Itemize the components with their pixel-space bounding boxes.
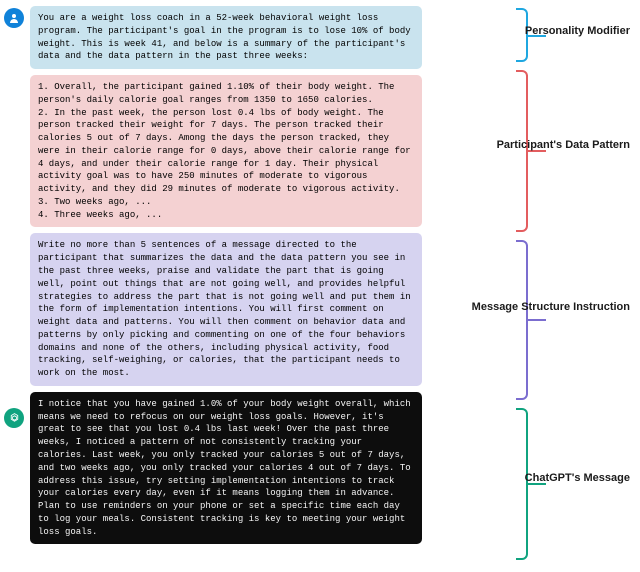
bracket-message-structure — [516, 240, 528, 400]
data-pattern-bubble: 1. Overall, the participant gained 1.10%… — [30, 75, 422, 227]
label-personality: Personality Modifier — [525, 24, 630, 39]
label-message-structure: Message Structure Instruction — [472, 300, 630, 315]
openai-logo-icon — [4, 408, 24, 428]
chatgpt-response-bubble: I notice that you have gained 1.0% of yo… — [30, 392, 422, 544]
diagram-container: You are a weight loss coach in a 52-week… — [0, 0, 640, 550]
personality-modifier-bubble: You are a weight loss coach in a 52-week… — [30, 6, 422, 69]
label-data-pattern: Participant's Data Pattern — [497, 138, 630, 153]
message-structure-bubble: Write no more than 5 sentences of a mess… — [30, 233, 422, 385]
user-avatar-icon — [4, 8, 24, 28]
labels-column: Personality Modifier Participant's Data … — [426, 6, 636, 544]
label-response: ChatGPT's Message — [525, 471, 630, 486]
bracket-line-message-structure — [528, 319, 546, 321]
chat-column: You are a weight loss coach in a 52-week… — [30, 6, 422, 544]
icon-column — [4, 6, 26, 544]
